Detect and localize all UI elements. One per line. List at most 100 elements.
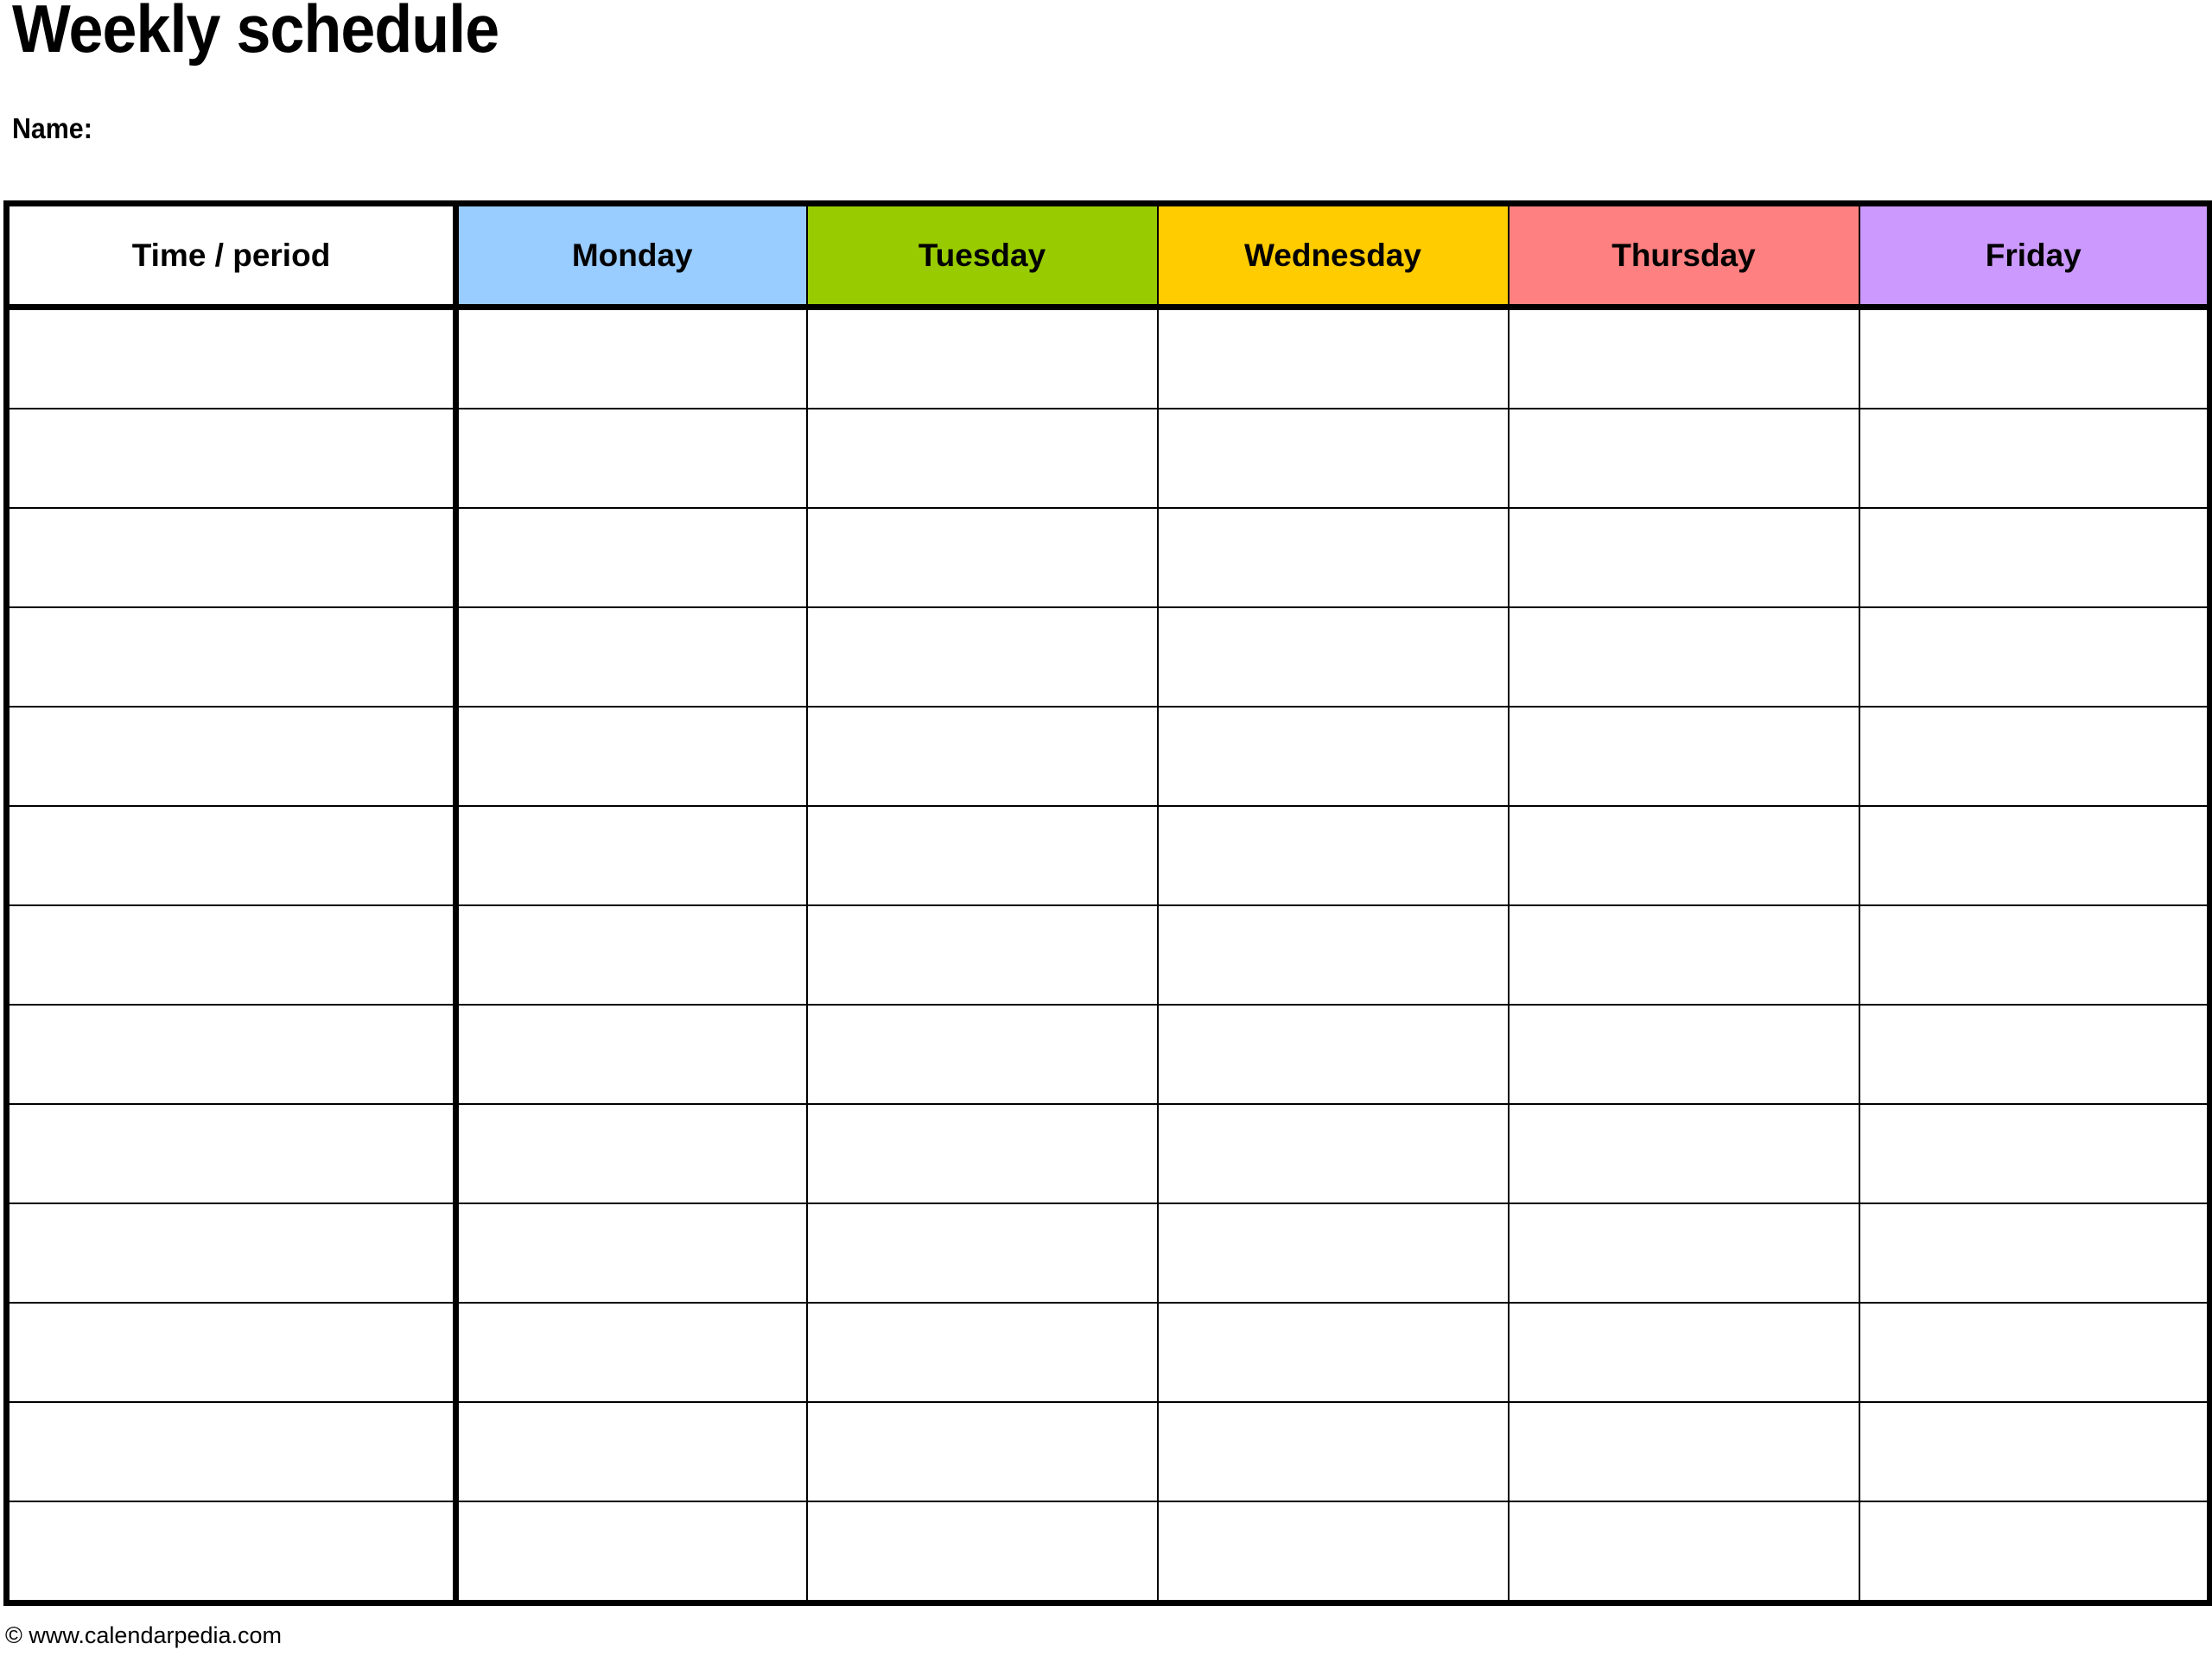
table-row <box>3 1302 2212 1403</box>
schedule-cell-friday[interactable] <box>1858 408 2212 509</box>
schedule-cell-wednesday[interactable] <box>1156 1103 1510 1204</box>
schedule-table-container: Time / period Monday Tuesday Wednesday T… <box>3 200 2212 1606</box>
time-period-cell[interactable] <box>3 1501 459 1606</box>
table-row <box>3 805 2212 906</box>
schedule-cell-tuesday[interactable] <box>805 408 1159 509</box>
table-body <box>3 306 2212 1606</box>
schedule-cell-monday[interactable] <box>454 1501 808 1606</box>
table-row <box>3 606 2212 708</box>
schedule-cell-tuesday[interactable] <box>805 507 1159 608</box>
schedule-cell-tuesday[interactable] <box>805 1203 1159 1304</box>
schedule-cell-wednesday[interactable] <box>1156 507 1510 608</box>
table-row <box>3 1401 2212 1502</box>
table-row <box>3 1004 2212 1105</box>
schedule-cell-friday[interactable] <box>1858 1401 2212 1502</box>
schedule-cell-friday[interactable] <box>1858 1501 2212 1606</box>
schedule-cell-thursday[interactable] <box>1507 1103 1860 1204</box>
schedule-cell-tuesday[interactable] <box>805 1302 1159 1403</box>
schedule-cell-thursday[interactable] <box>1507 904 1860 1006</box>
schedule-cell-thursday[interactable] <box>1507 1302 1860 1403</box>
schedule-cell-tuesday[interactable] <box>805 1501 1159 1606</box>
schedule-cell-friday[interactable] <box>1858 606 2212 708</box>
schedule-cell-friday[interactable] <box>1858 904 2212 1006</box>
time-period-cell[interactable] <box>3 805 459 906</box>
schedule-cell-monday[interactable] <box>454 507 808 608</box>
schedule-cell-monday[interactable] <box>454 1203 808 1304</box>
schedule-cell-friday[interactable] <box>1858 1203 2212 1304</box>
schedule-cell-friday[interactable] <box>1858 805 2212 906</box>
time-period-cell[interactable] <box>3 1302 459 1403</box>
schedule-cell-tuesday[interactable] <box>805 306 1159 409</box>
time-period-cell[interactable] <box>3 1004 459 1105</box>
schedule-cell-thursday[interactable] <box>1507 507 1860 608</box>
schedule-cell-thursday[interactable] <box>1507 706 1860 807</box>
schedule-cell-monday[interactable] <box>454 1302 808 1403</box>
schedule-cell-friday[interactable] <box>1858 706 2212 807</box>
time-period-cell[interactable] <box>3 1203 459 1304</box>
schedule-cell-friday[interactable] <box>1858 1004 2212 1105</box>
time-period-cell[interactable] <box>3 904 459 1006</box>
schedule-cell-tuesday[interactable] <box>805 1401 1159 1502</box>
schedule-cell-thursday[interactable] <box>1507 1501 1860 1606</box>
schedule-cell-thursday[interactable] <box>1507 606 1860 708</box>
schedule-cell-monday[interactable] <box>454 408 808 509</box>
schedule-cell-tuesday[interactable] <box>805 1103 1159 1204</box>
schedule-cell-wednesday[interactable] <box>1156 408 1510 509</box>
schedule-cell-thursday[interactable] <box>1507 408 1860 509</box>
table-row <box>3 706 2212 807</box>
schedule-cell-tuesday[interactable] <box>805 606 1159 708</box>
schedule-cell-friday[interactable] <box>1858 1302 2212 1403</box>
time-period-cell[interactable] <box>3 1401 459 1502</box>
schedule-cell-monday[interactable] <box>454 1401 808 1502</box>
table-row <box>3 1103 2212 1204</box>
schedule-cell-wednesday[interactable] <box>1156 306 1510 409</box>
column-header-monday: Monday <box>454 200 808 310</box>
schedule-cell-friday[interactable] <box>1858 1103 2212 1204</box>
schedule-cell-wednesday[interactable] <box>1156 1004 1510 1105</box>
schedule-cell-tuesday[interactable] <box>805 904 1159 1006</box>
schedule-cell-monday[interactable] <box>454 904 808 1006</box>
schedule-cell-monday[interactable] <box>454 706 808 807</box>
weekly-schedule-page: Weekly schedule Name: Time / period Mond… <box>0 0 2212 1669</box>
column-header-time-period: Time / period <box>3 200 459 310</box>
schedule-cell-tuesday[interactable] <box>805 706 1159 807</box>
time-period-cell[interactable] <box>3 706 459 807</box>
page-title: Weekly schedule <box>12 0 499 67</box>
schedule-cell-wednesday[interactable] <box>1156 1302 1510 1403</box>
time-period-cell[interactable] <box>3 1103 459 1204</box>
table-row <box>3 408 2212 509</box>
schedule-cell-wednesday[interactable] <box>1156 1203 1510 1304</box>
table-row <box>3 507 2212 608</box>
schedule-cell-wednesday[interactable] <box>1156 1401 1510 1502</box>
table-row <box>3 306 2212 409</box>
table-row <box>3 1203 2212 1304</box>
schedule-cell-wednesday[interactable] <box>1156 904 1510 1006</box>
time-period-cell[interactable] <box>3 606 459 708</box>
schedule-cell-monday[interactable] <box>454 805 808 906</box>
schedule-cell-monday[interactable] <box>454 606 808 708</box>
time-period-cell[interactable] <box>3 408 459 509</box>
header-row: Time / period Monday Tuesday Wednesday T… <box>3 200 2212 310</box>
schedule-cell-monday[interactable] <box>454 1004 808 1105</box>
schedule-cell-tuesday[interactable] <box>805 805 1159 906</box>
schedule-cell-wednesday[interactable] <box>1156 706 1510 807</box>
schedule-cell-wednesday[interactable] <box>1156 606 1510 708</box>
table-row <box>3 904 2212 1006</box>
schedule-cell-friday[interactable] <box>1858 306 2212 409</box>
column-header-thursday: Thursday <box>1507 200 1860 310</box>
schedule-cell-wednesday[interactable] <box>1156 1501 1510 1606</box>
schedule-cell-monday[interactable] <box>454 306 808 409</box>
schedule-cell-tuesday[interactable] <box>805 1004 1159 1105</box>
footer-copyright: © www.calendarpedia.com <box>5 1622 283 1648</box>
time-period-cell[interactable] <box>3 306 459 409</box>
schedule-cell-monday[interactable] <box>454 1103 808 1204</box>
schedule-cell-thursday[interactable] <box>1507 306 1860 409</box>
schedule-cell-thursday[interactable] <box>1507 805 1860 906</box>
schedule-cell-friday[interactable] <box>1858 507 2212 608</box>
schedule-cell-wednesday[interactable] <box>1156 805 1510 906</box>
weekly-schedule-table: Time / period Monday Tuesday Wednesday T… <box>3 200 2212 1606</box>
schedule-cell-thursday[interactable] <box>1507 1004 1860 1105</box>
schedule-cell-thursday[interactable] <box>1507 1401 1860 1502</box>
time-period-cell[interactable] <box>3 507 459 608</box>
schedule-cell-thursday[interactable] <box>1507 1203 1860 1304</box>
